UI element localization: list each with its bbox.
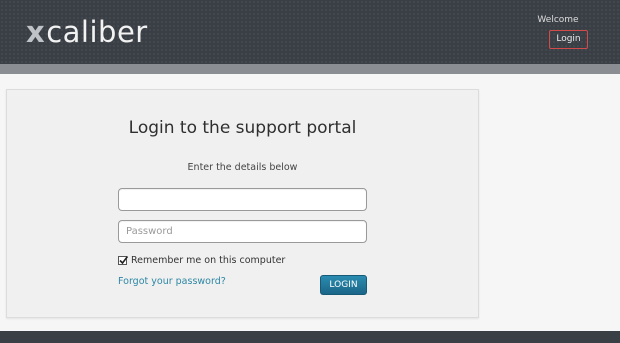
header-bar: xcaliber Welcome (0, 0, 620, 64)
login-button[interactable]: LOGIN (320, 275, 367, 295)
login-subtitle: Enter the details below (187, 162, 298, 173)
forgot-password-link[interactable]: Forgot your password? (118, 275, 226, 288)
footer-bar (0, 331, 620, 343)
username-field[interactable] (118, 188, 367, 211)
page-title: Login to the support portal (128, 118, 357, 138)
welcome-text: Welcome (537, 15, 579, 25)
checkmark-icon (119, 256, 129, 265)
remember-me-checkbox[interactable] (118, 256, 129, 265)
remember-me: Remember me on this computer (118, 254, 285, 267)
logo-text: caliber (46, 15, 148, 49)
password-field[interactable] (118, 220, 367, 243)
remember-me-label: Remember me on this computer (131, 255, 286, 266)
header-divider (0, 64, 620, 74)
header-login-button[interactable]: Login (549, 30, 588, 49)
logo-x: x (26, 15, 46, 49)
xcaliber-logo[interactable]: xcaliber (26, 14, 148, 50)
